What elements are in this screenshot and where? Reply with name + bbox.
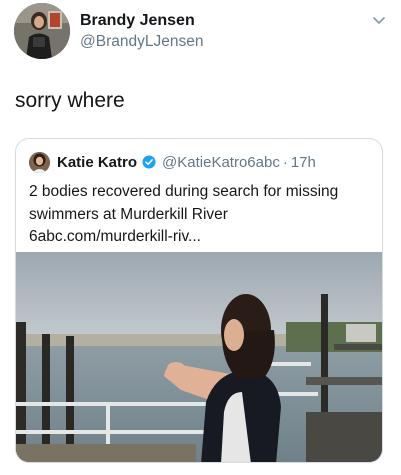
separator-dot: · [282, 153, 288, 171]
quoted-tweet-media[interactable] [16, 252, 382, 462]
author-display-name[interactable]: Brandy Jensen [80, 11, 203, 31]
quoted-tweet-text: 2 bodies recovered during search for mis… [29, 183, 339, 245]
quoted-author-display-name[interactable]: Katie Katro [57, 154, 137, 171]
author-handle[interactable]: @BrandyLJensen [80, 32, 203, 52]
quoted-author-handle[interactable]: @KatieKatro6abc [162, 154, 280, 171]
verified-badge-icon [142, 155, 156, 169]
quoted-tweet-timestamp[interactable]: 17h [291, 154, 316, 171]
user-avatar-icon [29, 151, 50, 173]
tweet-screenshot: Brandy Jensen @BrandyLJensen sorry where… [0, 0, 401, 475]
photo-woman-pointing-at-river-icon [16, 252, 382, 462]
author-avatar[interactable] [14, 3, 70, 59]
quoted-tweet-header: Katie Katro @KatieKatro6abc · 17h [29, 151, 316, 173]
quoted-tweet-card[interactable]: Katie Katro @KatieKatro6abc · 17h 2 bodi… [15, 138, 383, 463]
chevron-down-icon[interactable] [372, 13, 386, 27]
author-info: Brandy Jensen @BrandyLJensen [80, 11, 203, 52]
tweet-text: sorry where [15, 89, 125, 112]
user-avatar-icon [14, 3, 70, 59]
quoted-author-avatar[interactable] [29, 151, 50, 173]
